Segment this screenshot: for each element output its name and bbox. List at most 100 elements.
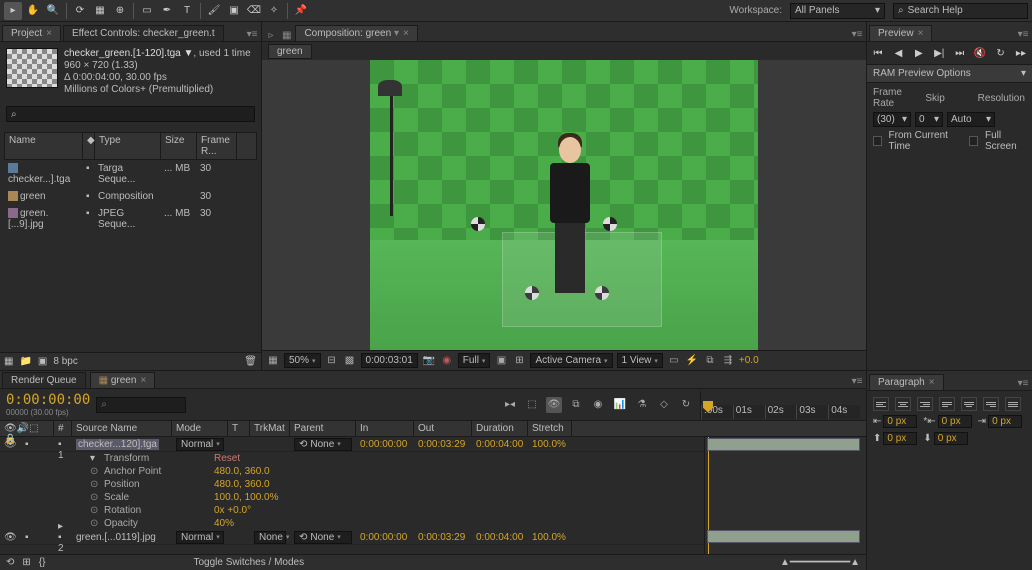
workspace-dropdown[interactable]: All Panels▾	[790, 3, 885, 19]
eraser-tool-icon[interactable]: ⌫	[245, 2, 263, 20]
zoom-slider[interactable]: ▲━━━━━━━━━━▲	[780, 557, 860, 568]
brainstorm-icon[interactable]: ⚗	[634, 397, 650, 413]
fullscreen-checkbox[interactable]	[969, 136, 978, 146]
from-current-checkbox[interactable]	[873, 136, 882, 146]
snapshot-icon[interactable]: 📷	[422, 354, 436, 368]
space-after-input[interactable]: 0 px	[934, 432, 968, 445]
tab-composition[interactable]: Composition: green ▾×	[295, 25, 417, 41]
camera-dropdown[interactable]: Active Camera▾	[530, 353, 612, 368]
align-center-icon[interactable]	[895, 397, 911, 411]
panel-menu-icon[interactable]: ▾≡	[1016, 376, 1030, 390]
roto-tool-icon[interactable]: ✧	[265, 2, 283, 20]
folder-icon[interactable]: 📁	[19, 356, 31, 367]
pixel-aspect-icon[interactable]: ▭	[667, 354, 681, 368]
project-search-input[interactable]: ⌕	[6, 106, 255, 122]
toggle-switches-icon[interactable]: ⟲	[6, 557, 14, 568]
selection-tool-icon[interactable]: ▸	[4, 2, 22, 20]
rect-tool-icon[interactable]: ▭	[138, 2, 156, 20]
hand-tool-icon[interactable]: ✋	[24, 2, 42, 20]
exposure-value[interactable]: +0.0	[739, 355, 759, 366]
space-before-input[interactable]: 0 px	[883, 432, 917, 445]
current-timecode[interactable]: 0:00:00:00	[6, 392, 90, 408]
align-right-icon[interactable]	[917, 397, 933, 411]
auto-keyframe-icon[interactable]: ◇	[656, 397, 672, 413]
bpc-label[interactable]: 8 bpc	[53, 356, 77, 367]
transparency-icon[interactable]: ▩	[343, 354, 357, 368]
tab-paragraph[interactable]: Paragraph×	[869, 374, 944, 390]
justify-last-left-icon[interactable]	[939, 397, 955, 411]
tab-timeline-green[interactable]: ▦ green×	[90, 372, 156, 388]
comp-nav-icon[interactable]: ▦	[282, 30, 291, 41]
toggle-switches-button[interactable]: Toggle Switches / Modes	[193, 557, 304, 568]
col-name[interactable]: Name	[5, 133, 83, 159]
col-size[interactable]: Size	[161, 133, 197, 159]
guides-icon[interactable]: ⊞	[512, 354, 526, 368]
timeline-icon[interactable]: ⧉	[703, 354, 717, 368]
panel-menu-icon[interactable]: ▾≡	[850, 27, 864, 41]
prev-frame-icon[interactable]: ◀	[891, 46, 905, 60]
indent-left-input[interactable]: 0 px	[883, 415, 917, 428]
tab-effect-controls[interactable]: Effect Controls: checker_green.t	[63, 25, 224, 41]
new-comp-icon[interactable]: ▣	[38, 356, 47, 367]
pan-behind-tool-icon[interactable]: ⊕	[111, 2, 129, 20]
graph-editor-icon[interactable]: 📊	[612, 397, 628, 413]
collapse-icon[interactable]: {}	[39, 557, 46, 568]
puppet-tool-icon[interactable]: 📌	[292, 2, 310, 20]
framerate-dropdown[interactable]: (30)▾	[873, 112, 911, 127]
tab-render-queue[interactable]: Render Queue	[2, 372, 86, 388]
time-ruler[interactable]: :00s01s02s03s04s	[701, 405, 860, 419]
channel-icon[interactable]: ◉	[440, 354, 454, 368]
indent-right-input[interactable]: 0 px	[988, 415, 1022, 428]
fast-preview-icon[interactable]: ⚡	[685, 354, 699, 368]
last-frame-icon[interactable]: ⏭	[953, 46, 967, 60]
interpret-icon[interactable]: ▦	[4, 356, 13, 367]
table-row[interactable]: green.[...9].jpg▪JPEG Seque...... MB30	[4, 205, 257, 233]
brush-tool-icon[interactable]: 🖌	[205, 2, 223, 20]
justify-last-center-icon[interactable]	[961, 397, 977, 411]
panel-menu-icon[interactable]: ▾≡	[850, 374, 864, 388]
grid-icon[interactable]: ▦	[266, 354, 280, 368]
justify-last-right-icon[interactable]	[983, 397, 999, 411]
blend-mode-dropdown[interactable]: Normal▾	[176, 531, 224, 544]
tab-preview[interactable]: Preview×	[869, 25, 932, 41]
panel-menu-icon[interactable]: ▾≡	[245, 27, 259, 41]
draft3d-icon[interactable]: ⬚	[524, 397, 540, 413]
trash-icon[interactable]: 🗑	[244, 356, 257, 367]
clone-tool-icon[interactable]: ▣	[225, 2, 243, 20]
col-type[interactable]: Type	[95, 133, 161, 159]
ram-preview-icon[interactable]: ▸▸	[1014, 46, 1028, 60]
table-row[interactable]: checker...].tga▪Targa Seque...... MB30	[4, 160, 257, 188]
lock-panel-icon[interactable]: ▹	[264, 30, 278, 41]
play-icon[interactable]: ▶	[912, 46, 926, 60]
rotate-tool-icon[interactable]: ⟳	[71, 2, 89, 20]
first-frame-icon[interactable]: ⏮	[871, 46, 885, 60]
resolution-icon[interactable]: ⊟	[325, 354, 339, 368]
timecode-display[interactable]: 0:00:03:01	[361, 353, 418, 368]
col-label-icon[interactable]: ◆	[83, 133, 95, 159]
flowchart-icon[interactable]: ⇶	[721, 354, 735, 368]
frame-blend-icon[interactable]: ⧉	[568, 397, 584, 413]
camera-tool-icon[interactable]: ▦	[91, 2, 109, 20]
comp-mini-icon[interactable]: ▸◂	[502, 397, 518, 413]
trkmat-dropdown[interactable]: None▾	[254, 531, 286, 544]
shy-icon[interactable]: 👁	[546, 397, 562, 413]
align-left-icon[interactable]	[873, 397, 889, 411]
loop-icon[interactable]: ↻	[994, 46, 1008, 60]
skip-dropdown[interactable]: 0▾	[915, 112, 943, 127]
col-framerate[interactable]: Frame R...	[197, 133, 237, 159]
live-update-icon[interactable]: ↻	[678, 397, 694, 413]
justify-all-icon[interactable]	[1005, 397, 1021, 411]
motion-blur-icon[interactable]: ◉	[590, 397, 606, 413]
res-dropdown[interactable]: Auto▾	[947, 112, 995, 127]
mute-icon[interactable]: 🔇	[973, 46, 987, 60]
expand-icon[interactable]: ⊞	[22, 557, 30, 568]
parent-dropdown[interactable]: ⟲ None▾	[294, 438, 352, 451]
resolution-dropdown[interactable]: Full▾	[458, 353, 491, 368]
panel-menu-icon[interactable]: ▾≡	[1016, 27, 1030, 41]
view-dropdown[interactable]: 1 View▾	[617, 353, 663, 368]
composition-viewer[interactable]	[262, 60, 866, 350]
next-frame-icon[interactable]: ▶|	[932, 46, 946, 60]
parent-dropdown[interactable]: ⟲ None▾	[294, 531, 352, 544]
ram-preview-header[interactable]: RAM Preview Options▾	[867, 64, 1032, 83]
tab-project[interactable]: Project×	[2, 25, 61, 41]
